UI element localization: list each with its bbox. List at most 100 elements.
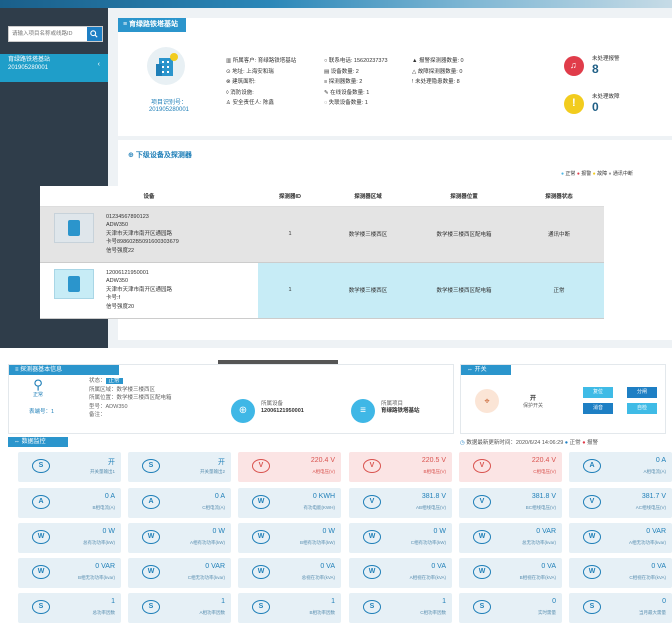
metric-icon: V [363, 459, 381, 473]
metric-value: 0 VAR [95, 563, 115, 570]
metric-icon: A [32, 495, 50, 509]
top-banner [0, 0, 672, 8]
info-detector-count: ≡ 探测器数量: 2 [324, 79, 363, 85]
metric-value: 0 W [433, 528, 446, 535]
metric-tile: S 0 当月最大需量 [569, 593, 672, 623]
metric-label: 有功电能(KWH) [303, 505, 336, 510]
metric-tile: S 开开关量输出1 [18, 452, 121, 482]
metric-label: B相电压(V) [423, 469, 447, 474]
metric-label: AB相线电压(V) [415, 505, 446, 510]
metric-label: 开关量输出2 [199, 469, 225, 474]
metric-value: 1 [221, 598, 225, 605]
metric-tile: W 0 VAR B相无功功率(kvar) [18, 558, 121, 588]
metric-icon: W [583, 565, 601, 579]
metric-tile: V 220.4 V C相电压(V) [459, 452, 562, 482]
metric-icon: S [142, 459, 160, 473]
metric-value: 0 VAR [205, 563, 225, 570]
info-online-count: ✎ 在线设备数量: 1 [324, 89, 370, 96]
metric-tile: S 1 B相功率因数 [238, 593, 341, 623]
metric-label: 总有功功率(kW) [83, 540, 115, 545]
col-detector-pos: 探测器位置 [414, 186, 514, 207]
metric-value: 1 [442, 598, 446, 605]
metric-value: 0 VA [431, 563, 446, 570]
metric-label: B相电流(A) [92, 505, 116, 510]
devices-section-title: 下级设备及探测器 [135, 152, 192, 159]
search-button[interactable] [86, 27, 102, 41]
metric-tile: S 开开关量输出2 [128, 452, 231, 482]
metric-value: 0 A [214, 493, 225, 500]
metric-tile: V 220.5 V B相电压(V) [349, 452, 452, 482]
metric-tile: W 0 VAR A相无功功率(kvar) [569, 523, 672, 553]
metric-tile: W 0 VA 总视在功率(kVA) [238, 558, 341, 588]
table-row[interactable]: 12006121950001 ADW350 天津市天津市南开区通园路 卡号:f … [40, 262, 604, 319]
metric-value: 220.4 V [310, 457, 335, 464]
info-address: ⊙ 地址: 上海安和瑞 [226, 68, 274, 75]
metric-icon: W [142, 530, 160, 544]
metric-label: BC相线电压(V) [525, 505, 556, 510]
device-icon [54, 212, 94, 243]
device-icon [54, 268, 94, 299]
metric-icon: W [32, 565, 50, 579]
metric-value: 0 A [655, 457, 666, 464]
metric-label: A相功率因数 [199, 610, 225, 615]
metric-tile: W 0 KWH 有功电能(KWH) [238, 488, 341, 518]
metric-value: 0 W [322, 528, 335, 535]
metric-tile: W 0 VAR C相无功功率(kvar) [128, 558, 231, 588]
sidebar-item-id: 201905280001 [8, 65, 49, 71]
project-info-col-3: ▲ 报警探测器数量: 0 △ 故障探测器数量: 0 ! 未处理隐患数量: 8 [412, 56, 464, 88]
col-detector-id: 探测器ID [258, 186, 322, 207]
metric-tile: A 0 A A相电流(A) [569, 452, 672, 482]
metric-label: A相无功功率(kvar) [629, 540, 666, 545]
metric-icon: W [32, 530, 50, 544]
project-card: ≡ 育绿路铁塔基站 项目识别号： 201905280001 ▥ 所属客户: 育绿… [118, 18, 672, 136]
chevron-left-icon: ‹ [97, 61, 100, 68]
metric-icon: S [363, 600, 381, 614]
devices-table: 设备 探测器ID 探测器区域 探测器位置 探测器状态 0123456789012… [40, 186, 604, 319]
metric-tile: S 1 C相功率因数 [349, 593, 452, 623]
metric-value: 1 [111, 598, 115, 605]
metric-icon: W [252, 565, 270, 579]
metric-icon: A [583, 459, 601, 473]
metric-value: 0 [552, 598, 556, 605]
metric-label: C相电流(A) [202, 505, 225, 510]
col-device: 设备 [40, 186, 258, 207]
metric-label: A相视在功率(kVA) [409, 575, 446, 580]
sidebar-item-project[interactable]: 育绿路铁塔基站 201905280001 ‹ [0, 54, 108, 82]
metric-tile: W 0 VAR 总无功功率(kvar) [459, 523, 562, 553]
metric-label: C相无功功率(kvar) [187, 575, 225, 580]
project-info-col-2: ○ 联系电话: 15620237373 ▤ 设备数量: 2 ≡ 探测器数量: 2… [324, 56, 388, 109]
metric-tile: W 0 W 总有功功率(kW) [18, 523, 121, 553]
metric-value: 0 A [104, 493, 115, 500]
metric-label: C相视在功率(kVA) [629, 575, 666, 580]
metric-value: 1 [331, 598, 335, 605]
metric-tile: W 0 W C相有功功率(kW) [349, 523, 452, 553]
search-icon [90, 30, 98, 38]
project-code: 201905280001 [148, 107, 190, 113]
metric-value: 开 [218, 459, 225, 466]
metric-icon: W [473, 530, 491, 544]
sidebar-item-name: 育绿路铁塔基站 [8, 57, 51, 63]
search-input[interactable] [9, 27, 87, 41]
metric-value: 0 KWH [312, 493, 335, 500]
metric-icon: S [473, 600, 491, 614]
table-row[interactable]: 01234567890123 ADW350 天津市天津市南开区通园路 卡号898… [40, 206, 604, 263]
col-detector-area: 探测器区域 [322, 186, 414, 207]
info-device-count: ▤ 设备数量: 2 [324, 68, 359, 75]
metric-label: 开关量输出1 [89, 469, 115, 474]
info-offline-count: ◌ 失联设备数量: 1 [324, 100, 368, 106]
plus-circle-icon: ⊕ [128, 152, 134, 159]
metric-label: B相视在功率(kVA) [519, 575, 556, 580]
col-detector-status: 探测器状态 [514, 186, 604, 207]
metric-label: 总视在功率(kVA) [301, 575, 335, 580]
metric-tile: S 1 总功率因数 [18, 593, 121, 623]
metric-tile: W 0 VA C相视在功率(kVA) [569, 558, 672, 588]
metric-label: 总功率因数 [92, 610, 116, 615]
bell-icon: ♫ [564, 56, 584, 76]
metric-tile: A 0 A C相电流(A) [128, 488, 231, 518]
project-building-icon [147, 47, 185, 85]
metric-icon: W [473, 565, 491, 579]
metric-tile: V 381.8 V BC相线电压(V) [459, 488, 562, 518]
metric-label: 实时需量 [538, 610, 556, 615]
metric-icon: W [252, 530, 270, 544]
metric-tile: A 0 A B相电流(A) [18, 488, 121, 518]
